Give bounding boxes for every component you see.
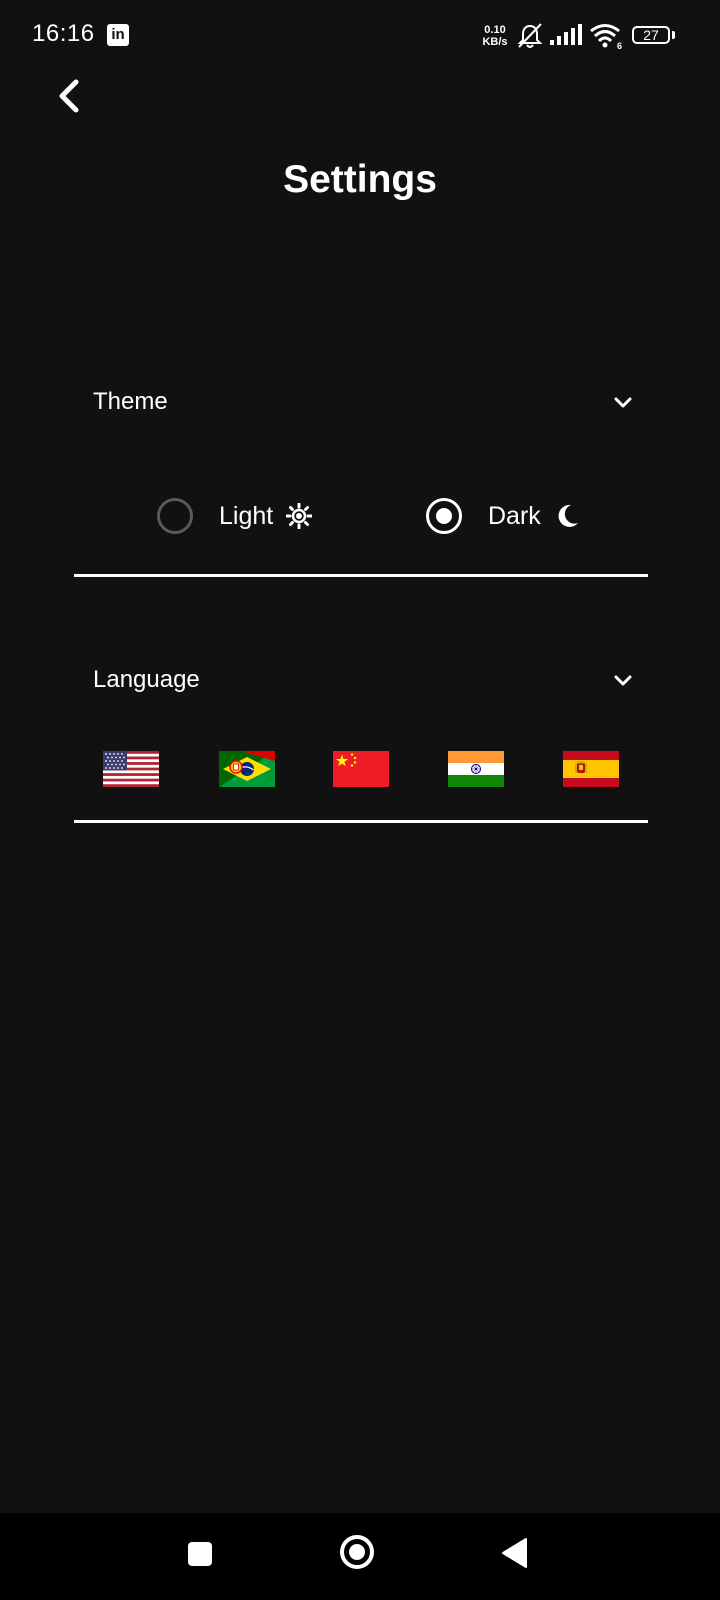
home-button[interactable] <box>339 1534 375 1575</box>
linkedin-icon: in <box>107 24 129 46</box>
home-circle-icon <box>340 1535 374 1569</box>
network-speed: 0.10 KB/s <box>478 24 512 48</box>
dark-radio[interactable] <box>426 498 462 534</box>
settings-screen: 16:16 in 0.10 KB/s 6 27 Settings Theme L… <box>0 0 720 1600</box>
language-section-header[interactable]: Language <box>74 655 648 705</box>
flag-in-icon[interactable] <box>448 751 504 787</box>
system-nav-bar <box>0 1513 720 1600</box>
battery-level: 27 <box>643 27 659 43</box>
language-divider <box>74 820 648 823</box>
battery-icon: 27 <box>632 26 670 44</box>
flag-us-icon[interactable] <box>103 751 159 787</box>
theme-section-label: Theme <box>93 388 168 415</box>
theme-divider <box>74 574 648 577</box>
flag-in-graphic <box>448 751 504 787</box>
wifi-icon: 6 <box>590 24 622 50</box>
status-time: 16:16 <box>32 20 95 47</box>
theme-section-header[interactable]: Theme <box>74 377 648 427</box>
light-radio[interactable] <box>157 498 193 534</box>
battery-tip <box>672 31 675 39</box>
language-section-label: Language <box>93 666 200 693</box>
bell-off-icon <box>517 23 543 48</box>
flag-pt-br-icon[interactable] <box>219 751 275 787</box>
back-button[interactable] <box>50 74 90 118</box>
recents-button[interactable] <box>187 1541 213 1572</box>
flag-cn-graphic <box>333 751 389 787</box>
flag-pt-br-graphic <box>219 751 275 787</box>
signal-icon <box>550 24 582 45</box>
light-label: Light <box>219 502 274 530</box>
theme-option-light[interactable]: Light <box>157 496 317 540</box>
status-bar: 16:16 in 0.10 KB/s 6 27 <box>0 0 720 72</box>
flag-es-graphic <box>563 751 619 787</box>
flag-cn-icon[interactable] <box>333 751 389 787</box>
theme-option-dark[interactable]: Dark <box>426 496 586 540</box>
nav-back-button[interactable] <box>500 1537 528 1574</box>
back-triangle-icon <box>502 1538 527 1568</box>
moon-icon <box>558 504 578 527</box>
page-title: Settings <box>283 158 437 201</box>
wifi-generation: 6 <box>617 41 622 50</box>
dark-label: Dark <box>488 502 541 530</box>
chevron-down-icon <box>614 397 632 408</box>
sun-icon <box>286 503 312 529</box>
chevron-left-icon <box>59 79 79 113</box>
network-speed-value: 0.10 <box>484 24 506 36</box>
flag-es-icon[interactable] <box>563 751 619 787</box>
flag-us-graphic <box>103 751 159 787</box>
recents-square-icon <box>188 1542 212 1566</box>
chevron-down-icon <box>614 675 632 686</box>
network-speed-unit: KB/s <box>482 36 508 48</box>
